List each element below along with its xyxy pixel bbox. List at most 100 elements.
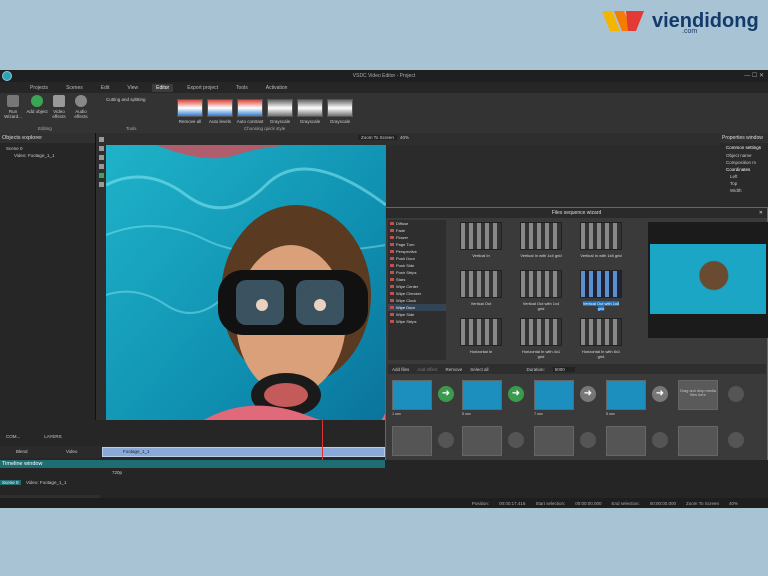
video-clip[interactable]: Footage_1_1 [102,447,385,457]
menu-view[interactable]: View [123,84,142,92]
video-track-row: Blend Video Footage_1_1 [0,446,385,458]
effect-item[interactable]: Diffuse [388,220,446,227]
duration-input[interactable]: 5000 [552,366,575,372]
menu-tools[interactable]: Tools [232,84,252,92]
headphones-icon [75,95,87,107]
empty-slot-circle [652,432,668,448]
ribbon: Run Wizard... Add object Video effects A… [0,93,768,133]
top-label: Top [730,181,738,186]
effect-item[interactable]: Push Door [388,255,446,262]
brand-suffix: .com [682,28,698,35]
transition-arrow-icon[interactable]: ➜ [438,386,454,402]
effect-item[interactable]: Flower [388,234,446,241]
clip-thumb[interactable] [534,380,574,410]
empty-slot[interactable] [606,426,646,456]
menu-scenes[interactable]: Scenes [62,84,87,92]
transition-thumb[interactable]: Horizontal In [460,318,502,354]
style-auto-levels[interactable]: Auto levels [206,99,234,124]
style-grayscale-1[interactable]: Grayscale [266,99,294,124]
transition-preview [460,222,502,250]
empty-slot[interactable] [462,426,502,456]
effect-item[interactable]: Wipe Checker [388,290,446,297]
video-effects-button[interactable]: Video effects [48,95,70,119]
wizard-title-bar: Files sequence wizard ✕ [386,208,767,218]
zoom-value[interactable]: 40% [400,135,409,140]
transition-arrow-icon[interactable]: ➜ [508,386,524,402]
video-clip-label: Footage_1_1 [123,449,150,454]
transition-thumb[interactable]: Vertical In with 1x4 grid [520,222,562,258]
text-icon[interactable] [98,146,104,151]
playhead[interactable] [322,420,323,460]
drop-zone-text: Drag and drop media files here [680,389,716,397]
effect-item-selected[interactable]: Wipe Door [388,304,446,311]
style-grayscale-2[interactable]: Grayscale [296,99,324,124]
transition-arrow-icon[interactable]: ➜ [652,386,668,402]
shape-icon[interactable] [98,155,104,160]
empty-slot[interactable] [678,426,718,456]
clip-thumb[interactable] [606,380,646,410]
menu-edit[interactable]: Edit [97,84,114,92]
transition-arrow-icon[interactable]: ➜ [580,386,596,402]
effect-item[interactable]: Push Side [388,262,446,269]
effect-item[interactable]: Push Strips [388,269,446,276]
select-all-button[interactable]: Select all [470,367,488,372]
style-grayscale-3[interactable]: Grayscale [326,99,354,124]
add-effect-button[interactable]: Add effect [417,367,437,372]
window-controls[interactable]: — ☐ ✕ [744,72,764,79]
add-files-button[interactable]: Add files [392,367,409,372]
effect-item[interactable]: Wipe Strips [388,318,446,325]
effect-item[interactable]: Page Turn [388,241,446,248]
clip-thumb[interactable] [392,380,432,410]
video-preview[interactable] [106,145,386,451]
cursor-icon[interactable] [98,137,104,142]
effect-item[interactable]: Stars [388,276,446,283]
transition-thumb[interactable]: Vertical Out [460,270,502,306]
empty-slot[interactable] [392,426,432,456]
menu-projects[interactable]: Projects [26,84,52,92]
drop-zone[interactable]: Drag and drop media files here [678,380,718,410]
effect-item[interactable]: Wipe Center [388,283,446,290]
transition-thumb[interactable]: Horizontal In with 4x1 grid [520,318,562,359]
video-icon[interactable] [98,164,104,169]
menu-export-project[interactable]: Export project [183,84,222,92]
transition-label: Horizontal In with 8x1 grid [581,349,621,359]
remove-button[interactable]: Remove [445,367,462,372]
timeline-tab-video[interactable]: Video: Footage_1_1 [24,480,68,485]
clip-duration: 7 sec [534,412,544,416]
tool-icons[interactable] [96,133,106,187]
common-settings-header[interactable]: Common settings [720,143,768,152]
zoom-mode-select[interactable]: Zoom To Screen [358,135,397,140]
status-zoom-label[interactable]: Zoom To Screen [686,501,719,506]
tree-item-scene[interactable]: Scene 0 [0,146,95,151]
transition-thumb[interactable]: Horizontal In with 8x1 grid [580,318,622,359]
composition-label: Composition m [726,160,757,165]
transition-thumb[interactable]: Vertical Out with 1x4 grid [520,270,562,311]
resolution-select[interactable]: 720p [112,470,122,475]
transition-thumb[interactable]: Vertical In with 1x8 grid [580,222,622,258]
timeline-tab-scene[interactable]: Scene 0 [0,480,21,485]
clip-thumb[interactable] [462,380,502,410]
style-remove-all[interactable]: Remove all [176,99,204,124]
run-wizard-button[interactable]: Run Wizard... [2,95,24,119]
coordinates-header[interactable]: Coordinates [720,166,768,173]
style-auto-contrast[interactable]: Auto contrast [236,99,264,124]
effect-item[interactable]: Fade [388,227,446,234]
effect-item[interactable]: Wipe Side [388,311,446,318]
wizard-close-icon[interactable]: ✕ [759,208,763,218]
cutting-splitting-button[interactable]: Cutting and splitting [106,97,146,102]
audio-icon[interactable] [98,182,104,187]
audio-effects-button[interactable]: Audio effects [70,95,92,119]
transition-thumb-selected[interactable]: Vertical Out with 1x8 grid [580,270,622,311]
tree-item-video[interactable]: Video: Footage_1_1 [0,153,95,158]
menu-activation[interactable]: Activation [262,84,292,92]
menu-editor[interactable]: Editor [152,83,174,92]
effect-item[interactable]: Perspective [388,248,446,255]
transition-thumb[interactable]: Vertical In [460,222,502,258]
empty-slot[interactable] [534,426,574,456]
image-icon[interactable] [98,173,104,178]
status-zoom-value[interactable]: 40% [729,501,738,506]
effect-item[interactable]: Wipe Clock [388,297,446,304]
add-object-button[interactable]: Add object [26,95,48,114]
blend-label[interactable]: Blend [16,449,28,454]
clip-duration: 1 sec [392,412,402,416]
